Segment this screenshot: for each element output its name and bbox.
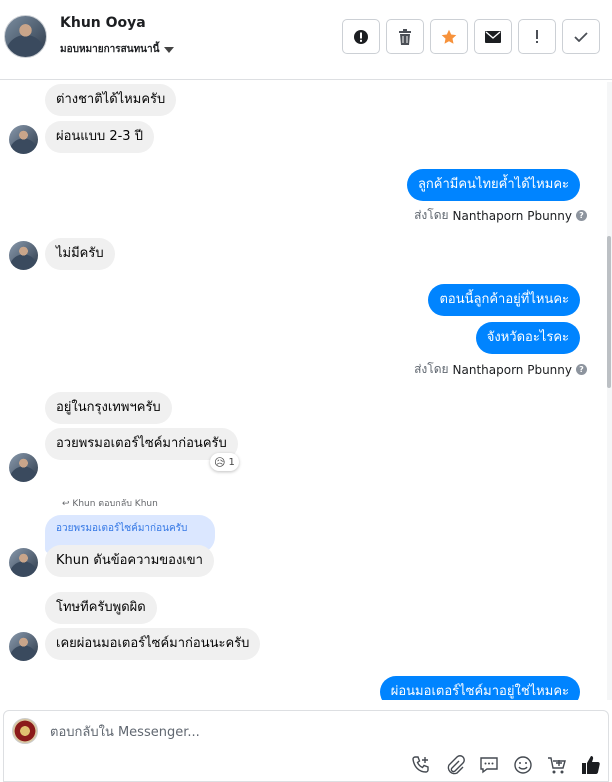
incoming-message[interactable]: อวยพรมอเตอร์ไซค์มาก่อนครับ: [45, 428, 238, 460]
incoming-message[interactable]: ผ่อนแบบ 2-3 ปี: [45, 121, 154, 153]
trash-icon: [399, 28, 411, 45]
incoming-message[interactable]: อยู่ในกรุงเทพฯครับ: [45, 392, 172, 424]
conversation-header: Khun Ooya มอบหมายการสนทนานี้: [0, 0, 612, 80]
chat-bubble-icon: [480, 757, 498, 774]
check-icon: [574, 31, 588, 42]
scrollbar-track[interactable]: [607, 82, 612, 700]
contact-avatar[interactable]: [4, 15, 47, 58]
like-button[interactable]: [580, 754, 602, 776]
sad-face-icon: 😥: [214, 455, 226, 469]
outgoing-message[interactable]: จังหวัดอะไรคะ: [475, 322, 580, 354]
contact-name[interactable]: Khun Ooya: [60, 15, 146, 31]
alert-icon: [354, 29, 368, 44]
star-icon: [441, 29, 457, 44]
reply-arrow-icon: ↩: [62, 499, 70, 509]
sent-by-name[interactable]: Nanthaporn Pbunny: [453, 363, 572, 377]
composer-tools: [410, 754, 602, 776]
emoji-button[interactable]: [512, 754, 534, 776]
contact-avatar-small: [9, 453, 38, 482]
thumbs-up-icon: [582, 756, 600, 774]
composer: [3, 710, 609, 782]
sent-by-name[interactable]: Nanthaporn Pbunny: [453, 209, 572, 223]
cart-add-icon: [548, 757, 566, 774]
reaction-count: 1: [228, 456, 235, 468]
sent-by-label: ส่งโดย Nanthaporn Pbunny ?: [414, 206, 587, 225]
outgoing-message[interactable]: ลูกค้ามีคนไทยค้ำได้ไหมคะ: [406, 169, 580, 201]
mark-unread-button[interactable]: [474, 19, 512, 54]
incoming-message[interactable]: Khun ดันข้อความของเขา: [45, 545, 214, 577]
contact-avatar-small: [9, 241, 38, 270]
call-button[interactable]: [410, 754, 432, 776]
exclamation-icon: [536, 29, 538, 43]
incoming-message[interactable]: เคยผ่อนมอเตอร์ไซค์มาก่อนนะครับ: [45, 628, 261, 660]
help-icon[interactable]: ?: [576, 364, 587, 375]
toolbar: [342, 19, 600, 54]
follow-up-button[interactable]: [518, 19, 556, 54]
contact-avatar-small: [9, 632, 38, 661]
smiley-icon: [514, 756, 532, 774]
contact-avatar-small: [9, 548, 38, 577]
outgoing-message[interactable]: ตอนนี้ลูกค้าอยู่ที่ไหนคะ: [428, 284, 580, 316]
reply-input[interactable]: [48, 721, 548, 743]
sent-by-label: ส่งโดย Nanthaporn Pbunny ?: [414, 360, 587, 379]
mark-done-button[interactable]: [562, 19, 600, 54]
sent-by-prefix: ส่งโดย: [414, 362, 449, 376]
reaction-badge[interactable]: 😥 1: [210, 453, 239, 471]
outgoing-message[interactable]: ผ่อนมอเตอร์ไซค์มาอยู่ใช่ไหมคะ: [379, 676, 580, 700]
phone-add-icon: [412, 756, 429, 773]
reply-indicator: ↩ Khun ตอบกลับ Khun: [62, 496, 158, 510]
shop-button[interactable]: [546, 754, 568, 776]
help-icon[interactable]: ?: [576, 210, 587, 221]
star-button[interactable]: [430, 19, 468, 54]
delete-button[interactable]: [386, 19, 424, 54]
incoming-message[interactable]: โทษทีครับพูดผิด: [45, 592, 157, 624]
saved-replies-button[interactable]: [478, 754, 500, 776]
assign-label: มอบหมายการสนทนานี้: [60, 44, 160, 55]
mail-icon: [485, 30, 501, 43]
chevron-down-icon: [164, 46, 175, 53]
incoming-message[interactable]: ต่างชาติได้ไหมครับ: [45, 84, 177, 116]
scrollbar-thumb[interactable]: [607, 236, 611, 388]
attach-button[interactable]: [444, 754, 466, 776]
reply-indicator-text: Khun ตอบกลับ Khun: [72, 499, 158, 509]
paperclip-icon: [447, 755, 465, 775]
message-thread[interactable]: ต่างชาติได้ไหมครับ ผ่อนแบบ 2-3 ปี ลูกค้า…: [0, 81, 607, 700]
incoming-message[interactable]: ไม่มีครับ: [45, 238, 115, 270]
sent-by-prefix: ส่งโดย: [414, 208, 449, 222]
contact-avatar-small: [9, 125, 38, 154]
mark-spam-button[interactable]: [342, 19, 380, 54]
page-avatar: [12, 718, 38, 744]
assign-conversation-dropdown[interactable]: มอบหมายการสนทนานี้: [60, 42, 175, 57]
